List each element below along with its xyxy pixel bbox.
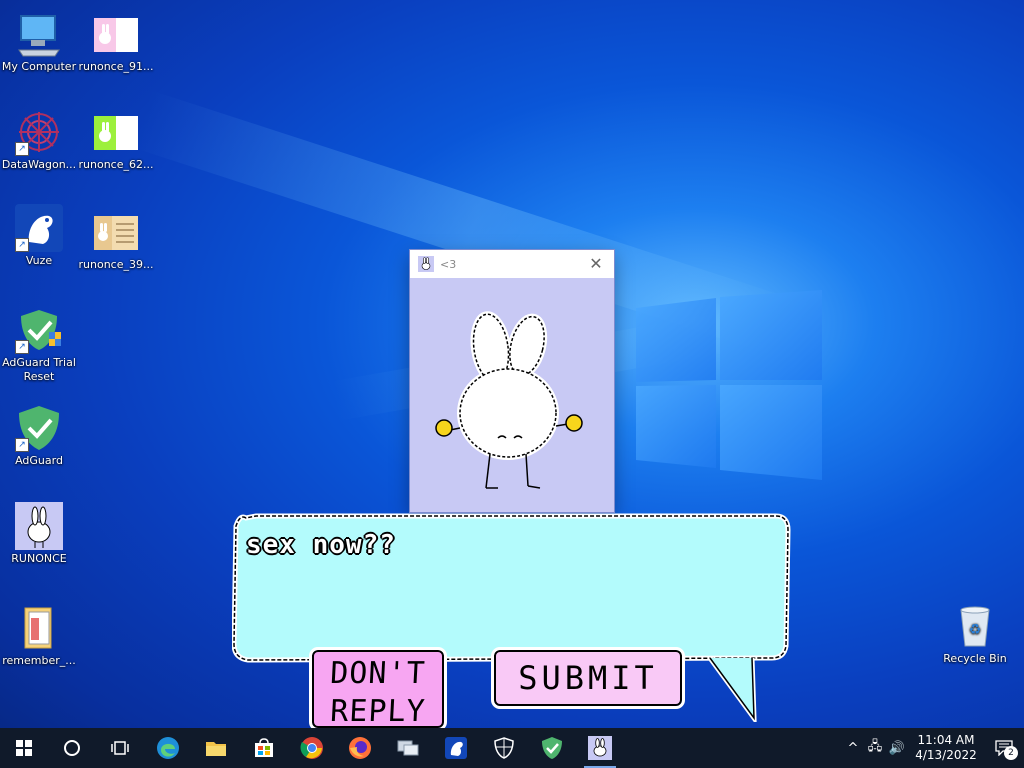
- folder-icon: [24, 607, 52, 649]
- desktop-icon-runonce-39[interactable]: runonce_39...: [78, 208, 154, 272]
- vuze-icon: [445, 737, 467, 759]
- chrome-icon: [300, 737, 323, 759]
- message-text: sex now??: [246, 530, 396, 560]
- computer-icon: [18, 15, 60, 57]
- desktop-icon-my-computer[interactable]: My Computer: [1, 10, 77, 74]
- shortcut-arrow-icon: ↗: [15, 340, 29, 354]
- desktop-icon-remember[interactable]: remember_...: [1, 604, 77, 668]
- bunny-illustration: [435, 311, 583, 489]
- taskbar-network-tool[interactable]: [384, 728, 432, 768]
- windows-logo-wallpaper: [636, 290, 822, 480]
- taskbar-chrome[interactable]: [288, 728, 336, 768]
- taskbar-adguard[interactable]: [528, 728, 576, 768]
- taskbar-store[interactable]: [240, 728, 288, 768]
- image-file-icon: [94, 216, 138, 250]
- network-icon: [397, 740, 419, 756]
- desktop-icon-vuze[interactable]: ↗ Vuze: [1, 204, 77, 268]
- search-icon: [64, 740, 80, 756]
- dont-reply-button[interactable]: DON'T REPLY: [309, 647, 447, 731]
- shortcut-arrow-icon: ↗: [15, 238, 29, 252]
- taskbar-firefox[interactable]: [336, 728, 384, 768]
- file-explorer-icon: [206, 742, 226, 756]
- volume-icon[interactable]: 🔊: [886, 741, 908, 756]
- taskbar-security[interactable]: [480, 728, 528, 768]
- popup-title: <3: [440, 257, 457, 271]
- chevron-up-icon[interactable]: ^: [842, 741, 864, 756]
- svg-text:♻: ♻: [969, 622, 982, 638]
- image-file-icon: [94, 116, 138, 150]
- shortcut-arrow-icon: ↗: [15, 142, 29, 156]
- submit-button[interactable]: SUBMIT: [491, 647, 685, 709]
- desktop-icon-runonce-62[interactable]: runonce_62...: [78, 108, 154, 172]
- security-shield-icon: [494, 737, 514, 759]
- bunny-icon: [27, 506, 51, 548]
- taskbar-vuze[interactable]: [432, 728, 480, 768]
- image-file-icon: [94, 18, 138, 52]
- bunny-app-icon: [418, 256, 434, 272]
- network-status-icon[interactable]: 🖧: [864, 737, 886, 759]
- notification-center-button[interactable]: 2: [984, 728, 1024, 768]
- desktop-icon-runonce[interactable]: RUNONCE: [1, 502, 77, 566]
- shortcut-arrow-icon: ↗: [15, 438, 29, 452]
- submit-label: SUBMIT: [518, 659, 658, 697]
- taskbar: ^ 🖧 🔊 11:04 AM 4/13/2022 2: [0, 728, 1024, 768]
- dont-reply-line1: DON'T: [329, 656, 427, 691]
- start-icon: [16, 740, 32, 756]
- edge-icon: [157, 737, 179, 759]
- search-button[interactable]: [48, 728, 96, 768]
- notification-count-badge: 2: [1004, 746, 1018, 760]
- dont-reply-line2: REPLY: [329, 694, 427, 729]
- taskbar-runonce[interactable]: [576, 728, 624, 768]
- clock[interactable]: 11:04 AM 4/13/2022: [908, 733, 984, 763]
- yellow-pompom-left: [435, 419, 453, 437]
- desktop-icon-recycle-bin[interactable]: ♻ Recycle Bin: [937, 602, 1013, 666]
- taskbar-file-explorer[interactable]: [192, 728, 240, 768]
- taskbar-edge[interactable]: [144, 728, 192, 768]
- firefox-icon: [349, 737, 371, 759]
- recycle-bin-icon: ♻: [960, 606, 990, 647]
- start-button[interactable]: [0, 728, 48, 768]
- runonce-popup-window[interactable]: <3 ✕: [410, 250, 614, 512]
- desktop-icon-runonce-91[interactable]: runonce_91...: [78, 10, 154, 74]
- desktop-icon-adguard[interactable]: ↗ AdGuard: [1, 404, 77, 468]
- popup-titlebar[interactable]: <3 ✕: [410, 250, 614, 278]
- yellow-pompom-right: [565, 414, 583, 432]
- runonce-bunny-icon: [588, 736, 612, 760]
- clock-time: 11:04 AM: [917, 733, 975, 747]
- desktop-icon-datawagon[interactable]: ↗ DataWagon...: [1, 108, 77, 172]
- system-tray: ^ 🖧 🔊 11:04 AM 4/13/2022 2: [842, 728, 1024, 768]
- store-icon: [255, 738, 273, 757]
- adguard-icon: [542, 737, 562, 759]
- clock-date: 4/13/2022: [915, 748, 977, 762]
- desktop-icon-adguard-trial-reset[interactable]: ↗ AdGuard Trial Reset: [1, 306, 77, 384]
- task-view-icon: [111, 741, 129, 755]
- task-view-button[interactable]: [96, 728, 144, 768]
- close-button[interactable]: ✕: [586, 254, 606, 274]
